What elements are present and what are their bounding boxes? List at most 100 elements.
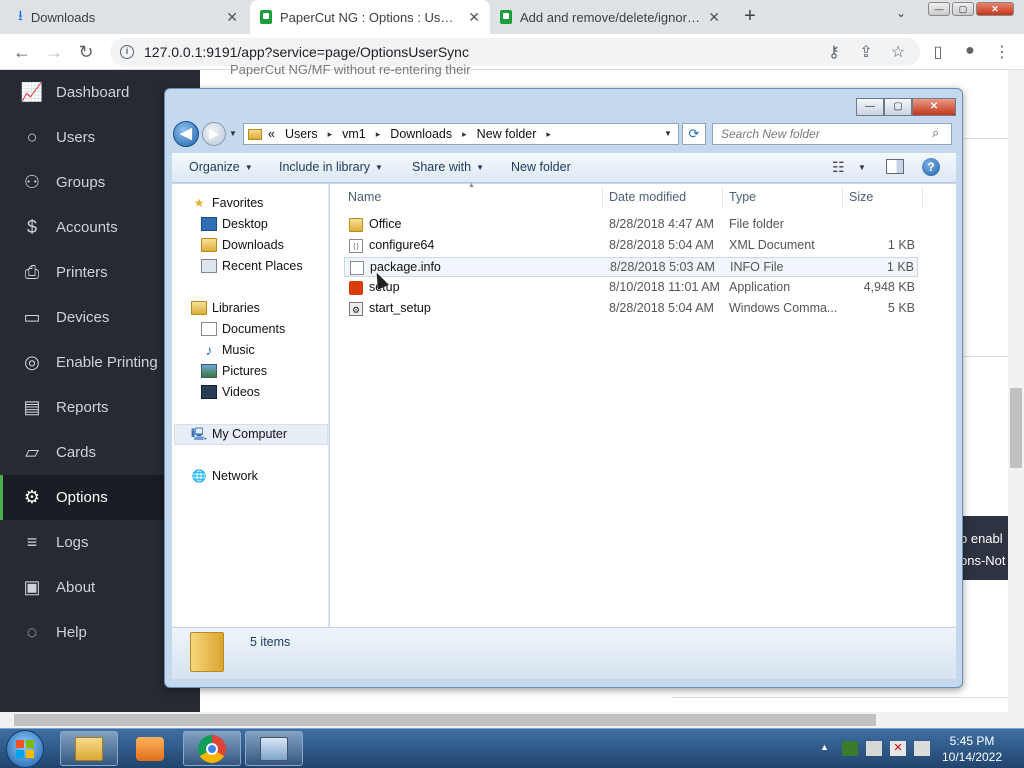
taskbar-explorer-button[interactable] <box>60 731 118 766</box>
explorer-search-input[interactable]: Search New folder <box>712 123 952 145</box>
office-app-icon <box>349 281 363 295</box>
volume-icon[interactable] <box>914 741 930 756</box>
vertical-scroll-thumb[interactable] <box>1010 388 1022 468</box>
nav-label: Pictures <box>222 364 268 378</box>
file-row-configure64[interactable]: ⟨⟩ configure64 8/28/2018 5:04 AM XML Doc… <box>344 236 918 256</box>
file-row-start-setup[interactable]: ⚙ start_setup 8/28/2018 5:04 AM Windows … <box>344 299 918 319</box>
file-name: configure64 <box>369 238 435 252</box>
close-tab-icon[interactable]: ✕ <box>226 9 238 26</box>
banner-text: ons-Not <box>960 553 1006 568</box>
nav-pictures[interactable]: Pictures <box>201 364 267 378</box>
preview-pane-icon[interactable] <box>886 159 904 174</box>
taskbar-chrome-button[interactable] <box>183 731 241 766</box>
close-tab-icon[interactable]: ✕ <box>468 9 480 26</box>
divider <box>962 138 1008 139</box>
recent-pages-dropdown-icon[interactable]: ▼ <box>229 129 237 138</box>
organize-button[interactable]: Organize ▼ <box>189 160 253 174</box>
show-hidden-icons-icon[interactable]: ▲ <box>820 742 829 752</box>
nav-music[interactable]: ♪ Music <box>201 343 255 357</box>
music-note-icon: ♪ <box>205 342 213 358</box>
taskbar-clock[interactable]: 5:45 PM 10/14/2022 <box>930 733 1014 765</box>
tab-add-remove[interactable]: Add and remove/delete/ignore p ✕ <box>490 0 730 34</box>
profile-avatar-icon[interactable]: ● <box>960 42 980 60</box>
nav-documents[interactable]: Documents <box>201 322 285 336</box>
column-header-type[interactable]: Type <box>729 190 756 204</box>
file-row-package-info[interactable]: package.info 8/28/2018 5:03 AM INFO File… <box>344 257 918 277</box>
breadcrumb-new-folder[interactable]: New folder <box>477 127 537 141</box>
close-window-button[interactable]: ✕ <box>976 2 1014 16</box>
column-header-date-modified[interactable]: Date modified <box>609 190 686 204</box>
column-separator[interactable] <box>842 186 843 208</box>
media-player-icon <box>136 736 164 761</box>
search-icon[interactable]: ⌕ <box>932 125 939 141</box>
view-options-dropdown-icon[interactable]: ▼ <box>858 163 866 172</box>
nav-my-computer[interactable]: 🖳 My Computer <box>191 427 287 441</box>
tab-downloads[interactable]: ⭳ Downloads ✕ <box>8 0 248 34</box>
nav-downloads[interactable]: Downloads <box>201 238 284 252</box>
new-tab-button[interactable]: + <box>738 4 762 28</box>
address-history-dropdown-icon[interactable]: ▼ <box>664 129 672 138</box>
file-name: Office <box>369 217 402 231</box>
column-header-name[interactable]: Name <box>348 190 381 204</box>
explorer-maximize-button[interactable]: ▢ <box>884 98 912 116</box>
tab-papercut-options[interactable]: PaperCut NG : Options : User/Gr ✕ <box>250 0 490 34</box>
nav-label: Desktop <box>222 217 268 231</box>
share-with-button[interactable]: Share with ▼ <box>412 160 484 174</box>
sidebar-item-label: Devices <box>56 309 110 326</box>
new-folder-button[interactable]: New folder <box>511 160 571 174</box>
minimize-window-button[interactable]: — <box>928 2 950 16</box>
breadcrumb-overflow[interactable]: « <box>268 127 275 141</box>
explorer-back-button[interactable]: ◀ <box>173 121 199 147</box>
reload-icon[interactable]: ↻ <box>76 42 96 62</box>
nav-videos[interactable]: Videos <box>201 385 260 399</box>
nav-recent-places[interactable]: Recent Places <box>201 259 303 273</box>
side-panel-icon[interactable]: ▯ <box>928 42 948 62</box>
horizontal-scroll-thumb[interactable] <box>14 714 876 726</box>
taskbar-control-panel-button[interactable] <box>245 731 303 766</box>
include-in-library-button[interactable]: Include in library ▼ <box>279 160 383 174</box>
site-info-icon[interactable]: i <box>120 45 134 59</box>
forward-arrow-icon[interactable]: → <box>44 42 64 62</box>
column-separator[interactable] <box>922 186 923 208</box>
network-tray-icon[interactable] <box>866 741 882 756</box>
tray-app-icon[interactable] <box>842 741 858 756</box>
change-view-icon[interactable]: ☷ <box>832 159 845 176</box>
column-header-size[interactable]: Size <box>849 190 873 204</box>
share-icon[interactable]: ⇪ <box>856 42 876 62</box>
taskbar-media-player-button[interactable] <box>121 731 179 766</box>
bookmark-star-icon[interactable]: ☆ <box>888 42 908 62</box>
file-size: 1 KB <box>887 238 915 252</box>
password-key-icon[interactable]: ⚷ <box>824 42 844 62</box>
help-icon[interactable]: ? <box>922 158 940 176</box>
breadcrumb-users[interactable]: Users <box>285 127 318 141</box>
nav-favorites[interactable]: ★ Favorites <box>191 196 264 210</box>
breadcrumb-separator-icon[interactable]: ▸ <box>462 129 467 140</box>
action-center-icon[interactable]: ✕ <box>890 741 906 756</box>
explorer-address-bar[interactable]: « Users ▸ vm1 ▸ Downloads ▸ New folder ▸ <box>243 123 679 145</box>
breadcrumb-separator-icon[interactable]: ▸ <box>546 129 551 140</box>
documents-icon <box>201 322 217 336</box>
nav-libraries[interactable]: Libraries <box>191 301 260 315</box>
close-tab-icon[interactable]: ✕ <box>708 9 720 26</box>
breadcrumb-downloads[interactable]: Downloads <box>390 127 452 141</box>
chrome-menu-icon[interactable]: ⋮ <box>992 42 1012 62</box>
breadcrumb-separator-icon[interactable]: ▸ <box>328 129 333 140</box>
column-separator[interactable] <box>722 186 723 208</box>
explorer-close-button[interactable]: ✕ <box>912 98 956 116</box>
maximize-window-button[interactable]: ▢ <box>952 2 974 16</box>
breadcrumb-vm1[interactable]: vm1 <box>342 127 366 141</box>
file-row-office[interactable]: Office 8/28/2018 4:47 AM File folder <box>344 215 918 235</box>
refresh-button[interactable]: ⟳ <box>682 123 706 145</box>
back-arrow-icon[interactable]: ← <box>12 42 32 62</box>
nav-network[interactable]: 🌐 Network <box>191 469 258 483</box>
column-separator[interactable] <box>602 186 603 208</box>
banner-text: o enabl <box>960 531 1003 546</box>
batch-gear-icon: ⚙ <box>349 302 363 316</box>
tab-search-dropdown-icon[interactable]: ⌄ <box>896 6 906 20</box>
help-headset-icon: ◌ <box>26 622 38 642</box>
nav-desktop[interactable]: Desktop <box>201 217 268 231</box>
explorer-minimize-button[interactable]: — <box>856 98 884 116</box>
breadcrumb-separator-icon[interactable]: ▸ <box>376 129 381 140</box>
explorer-forward-button[interactable]: ▶ <box>202 122 226 146</box>
file-row-setup[interactable]: setup 8/10/2018 11:01 AM Application 4,9… <box>344 278 918 298</box>
